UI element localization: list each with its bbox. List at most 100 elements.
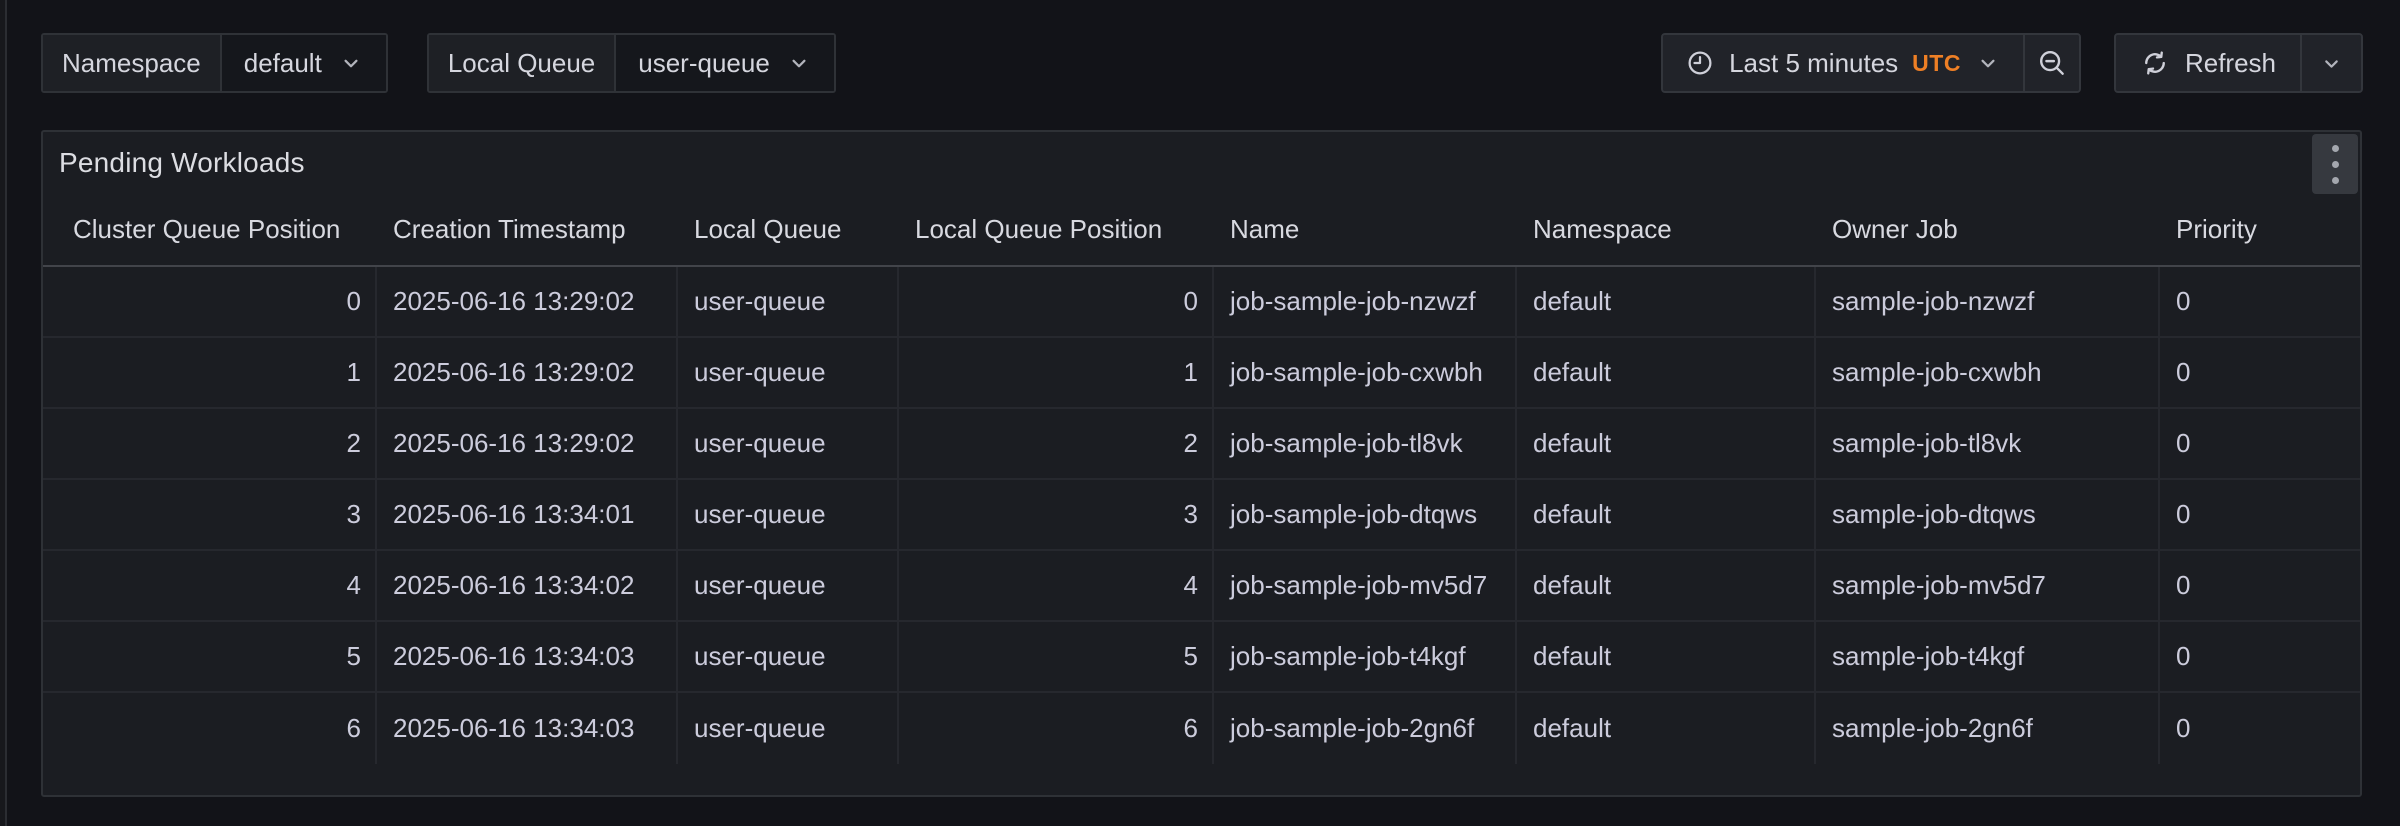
column-header-local-queue-position[interactable]: Local Queue Position	[899, 214, 1214, 245]
panel-pending-workloads: Pending Workloads Cluster Queue Position…	[41, 130, 2362, 797]
panel-title: Pending Workloads	[59, 147, 305, 179]
table-cell: sample-job-cxwbh	[1816, 338, 2160, 409]
table-cell: 2	[43, 409, 377, 480]
table-cell: user-queue	[678, 480, 899, 551]
time-picker-group: Last 5 minutes UTC	[1661, 33, 2081, 93]
table-cell: default	[1517, 409, 1816, 480]
time-zoom-out-button[interactable]	[2025, 35, 2079, 91]
table-cell: job-sample-job-dtqws	[1214, 480, 1517, 551]
table-cell: sample-job-mv5d7	[1816, 551, 2160, 622]
table-cell: default	[1517, 551, 1816, 622]
table-cell: 6	[899, 693, 1214, 764]
table-cell: 2025-06-16 13:34:03	[377, 693, 678, 764]
table-cell: 1	[899, 338, 1214, 409]
table-cell: sample-job-dtqws	[1816, 480, 2160, 551]
table-cell: default	[1517, 267, 1816, 338]
clock-nine-icon	[1685, 48, 1715, 78]
table-cell: 0	[899, 267, 1214, 338]
table-cell: job-sample-job-2gn6f	[1214, 693, 1517, 764]
variable-namespace: Namespace default	[41, 33, 388, 93]
table-cell: 2025-06-16 13:29:02	[377, 338, 678, 409]
table-cell: user-queue	[678, 409, 899, 480]
table-cell: sample-job-tl8vk	[1816, 409, 2160, 480]
table-cell: default	[1517, 622, 1816, 693]
table-cell: 0	[2160, 480, 2360, 551]
grafana-dashboard: Namespace default Local Queue user-queue…	[0, 0, 2400, 826]
table-cell: 5	[43, 622, 377, 693]
table-cell: sample-job-nzwzf	[1816, 267, 2160, 338]
panel-header: Pending Workloads	[43, 132, 2360, 194]
table-cell: job-sample-job-t4kgf	[1214, 622, 1517, 693]
table-cell: job-sample-job-nzwzf	[1214, 267, 1517, 338]
refresh-button[interactable]: Refresh	[2116, 35, 2300, 91]
table-cell: 0	[2160, 551, 2360, 622]
variable-local-queue: Local Queue user-queue	[427, 33, 836, 93]
table-cell: 0	[2160, 409, 2360, 480]
table-cell: 4	[899, 551, 1214, 622]
table-cell: 3	[43, 480, 377, 551]
variable-namespace-select[interactable]: default	[222, 35, 386, 91]
table-cell: job-sample-job-mv5d7	[1214, 551, 1517, 622]
table-cell: 2025-06-16 13:29:02	[377, 267, 678, 338]
table-header-row: Cluster Queue Position Creation Timestam…	[43, 194, 2360, 267]
table-cell: 2025-06-16 13:34:03	[377, 622, 678, 693]
kebab-vertical-icon	[2332, 145, 2339, 152]
column-header-cluster-queue-position[interactable]: Cluster Queue Position	[43, 214, 377, 245]
table-cell: user-queue	[678, 622, 899, 693]
variable-local-queue-label: Local Queue	[429, 35, 616, 91]
table-cell: default	[1517, 338, 1816, 409]
column-header-owner-job[interactable]: Owner Job	[1816, 214, 2160, 245]
chevron-down-icon	[2319, 51, 2344, 76]
column-header-namespace[interactable]: Namespace	[1517, 214, 1816, 245]
column-header-creation-timestamp[interactable]: Creation Timestamp	[377, 214, 678, 245]
table-cell: sample-job-2gn6f	[1816, 693, 2160, 764]
panel-menu-button[interactable]	[2312, 134, 2358, 194]
refresh-group: Refresh	[2114, 33, 2363, 93]
table-cell: user-queue	[678, 551, 899, 622]
dashboard-toolbar: Namespace default Local Queue user-queue…	[41, 33, 2363, 93]
table-cell: 2025-06-16 13:34:01	[377, 480, 678, 551]
table-cell: 2025-06-16 13:34:02	[377, 551, 678, 622]
refresh-label: Refresh	[2185, 48, 2276, 79]
variable-local-queue-select[interactable]: user-queue	[616, 35, 834, 91]
table-cell: 1	[43, 338, 377, 409]
toolbar-spacer	[875, 33, 1661, 93]
variable-namespace-value: default	[244, 48, 322, 79]
table-cell: 0	[2160, 693, 2360, 764]
time-range-label: Last 5 minutes	[1729, 48, 1898, 79]
table-cell: job-sample-job-cxwbh	[1214, 338, 1517, 409]
pending-workloads-table: Cluster Queue Position Creation Timestam…	[43, 194, 2360, 764]
table-cell: job-sample-job-tl8vk	[1214, 409, 1517, 480]
table-cell: default	[1517, 480, 1816, 551]
chevron-down-icon	[338, 50, 364, 76]
table-cell: 5	[899, 622, 1214, 693]
variable-local-queue-value: user-queue	[638, 48, 770, 79]
column-header-local-queue[interactable]: Local Queue	[678, 214, 899, 245]
table-cell: user-queue	[678, 338, 899, 409]
magnifier-minus-icon	[2036, 47, 2068, 79]
table-cell: 0	[2160, 622, 2360, 693]
table-cell: user-queue	[678, 693, 899, 764]
table-cell: 0	[2160, 267, 2360, 338]
table-cell: 6	[43, 693, 377, 764]
table-cell: sample-job-t4kgf	[1816, 622, 2160, 693]
sync-icon	[2140, 48, 2170, 78]
table-cell: 2	[899, 409, 1214, 480]
table-cell: user-queue	[678, 267, 899, 338]
timezone-badge: UTC	[1912, 50, 1961, 77]
table-cell: 0	[2160, 338, 2360, 409]
table-cell: 3	[899, 480, 1214, 551]
table-cell: 2025-06-16 13:29:02	[377, 409, 678, 480]
chevron-down-icon	[786, 50, 812, 76]
column-header-priority[interactable]: Priority	[2160, 214, 2360, 245]
table-body: 02025-06-16 13:29:02user-queue0job-sampl…	[43, 267, 2360, 764]
window-left-edge	[0, 0, 7, 826]
chevron-down-icon	[1975, 50, 2001, 76]
column-header-name[interactable]: Name	[1214, 214, 1517, 245]
table-cell: 4	[43, 551, 377, 622]
table-cell: default	[1517, 693, 1816, 764]
time-range-picker[interactable]: Last 5 minutes UTC	[1663, 35, 2023, 91]
variable-namespace-label: Namespace	[43, 35, 222, 91]
table-cell: 0	[43, 267, 377, 338]
refresh-interval-dropdown[interactable]	[2302, 35, 2361, 91]
